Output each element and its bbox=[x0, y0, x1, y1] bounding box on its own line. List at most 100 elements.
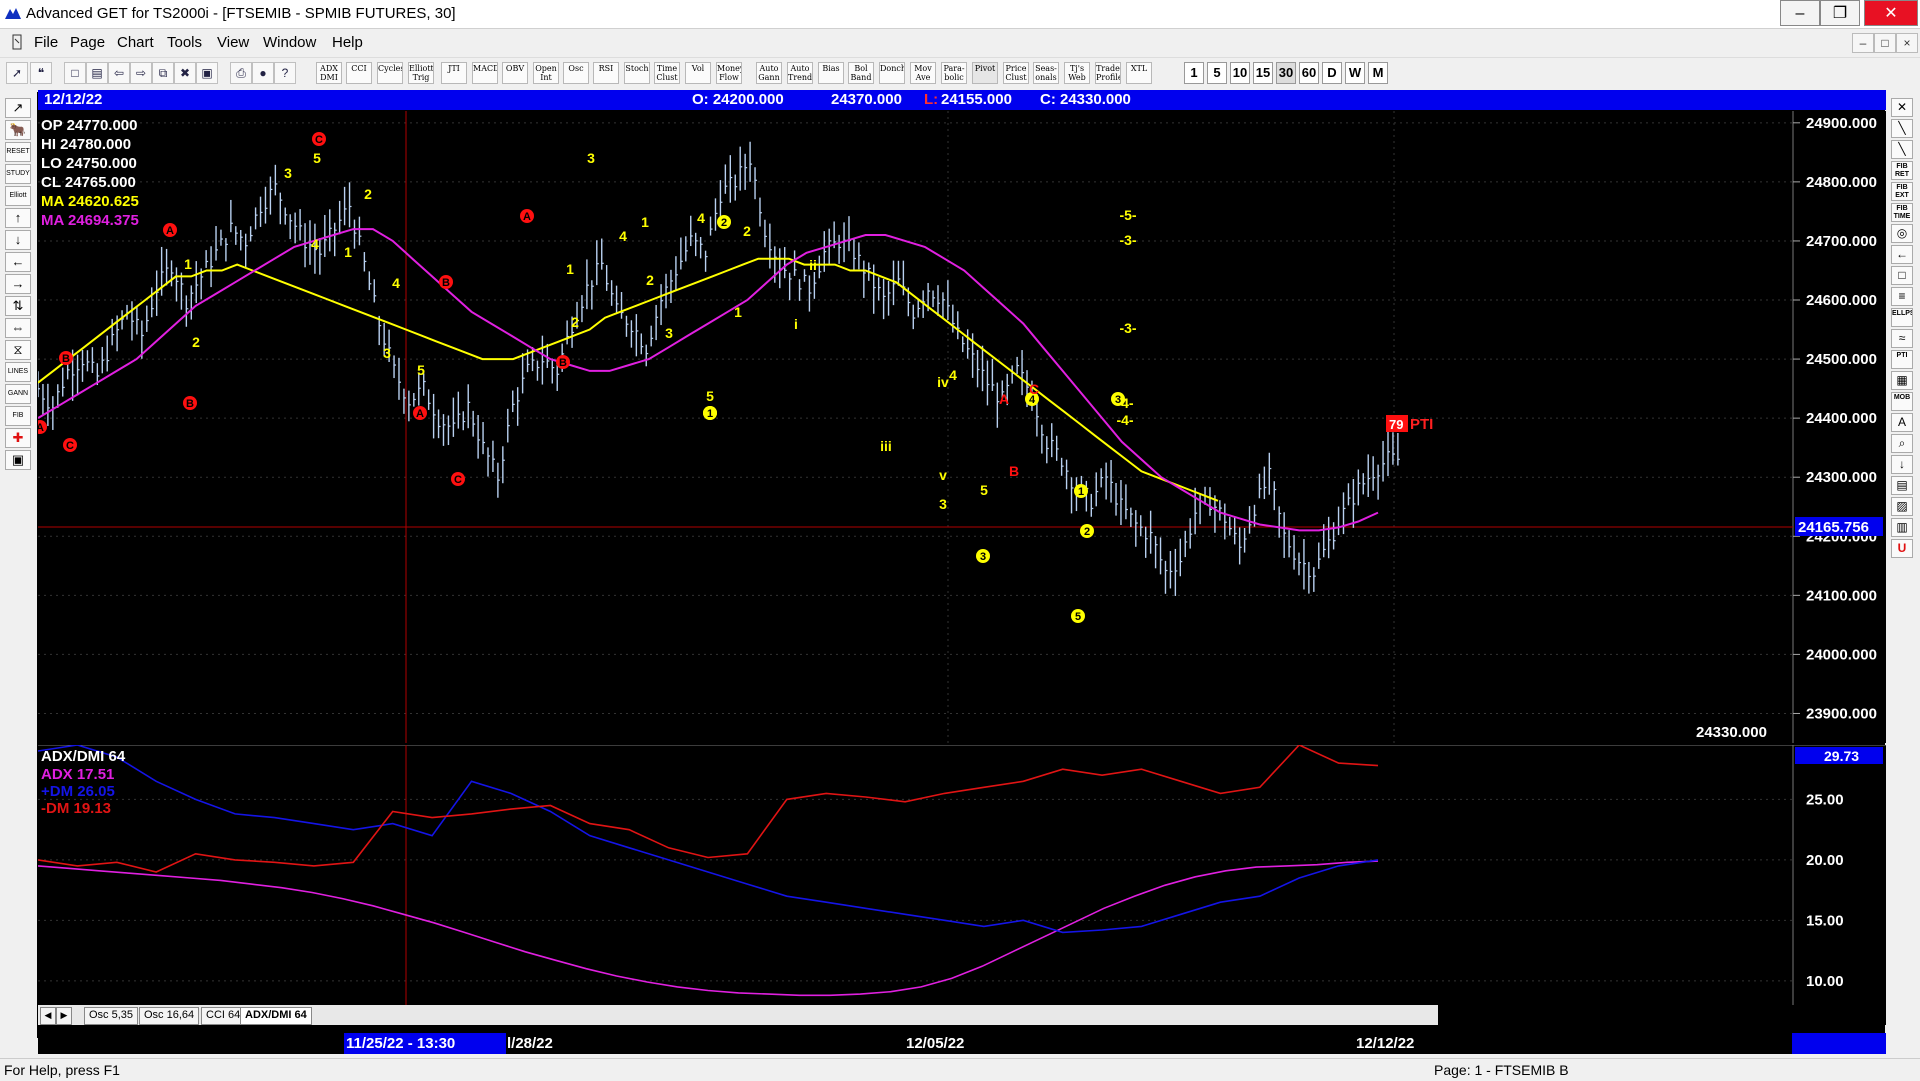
study-button-rsi[interactable]: RSI bbox=[593, 62, 619, 84]
timeframe-button-w[interactable]: W bbox=[1345, 62, 1365, 84]
study-button-bias[interactable]: Bias bbox=[818, 62, 844, 84]
study-button-cci[interactable]: CCI bbox=[346, 62, 372, 84]
menu-view[interactable]: View bbox=[217, 34, 249, 51]
left-tool-icon-5[interactable]: ↑ bbox=[5, 208, 31, 228]
study-button-money-flow[interactable]: Money Flow bbox=[716, 62, 742, 84]
right-tool-icon-13[interactable]: ▦ bbox=[1891, 371, 1913, 390]
tab-next-button[interactable]: ▶ bbox=[56, 1007, 72, 1025]
right-tool-fib-ext[interactable]: FIB EXT bbox=[1891, 182, 1913, 201]
right-tool-icon-16[interactable]: ⌕ bbox=[1891, 434, 1913, 453]
left-tool-gann[interactable]: GANN bbox=[5, 384, 31, 404]
study-button-macd[interactable]: MACD bbox=[472, 62, 498, 84]
left-tool-icon-15[interactable]: ✚ bbox=[5, 428, 31, 448]
study-button-seas-onals[interactable]: Seas-onals bbox=[1033, 62, 1059, 84]
delete-chart-icon[interactable]: ✖ bbox=[174, 62, 196, 84]
left-tool-icon-1[interactable]: 🐂 bbox=[5, 120, 31, 140]
study-button-donch[interactable]: Donch bbox=[879, 62, 905, 84]
left-tool-icon-6[interactable]: ↓ bbox=[5, 230, 31, 250]
study-button-obv[interactable]: OBV bbox=[502, 62, 528, 84]
right-tool-icon-19[interactable]: ▨ bbox=[1891, 497, 1913, 516]
study-button-open-int[interactable]: Open Int bbox=[533, 62, 559, 84]
study-button-mov-ave[interactable]: Mov Ave bbox=[910, 62, 936, 84]
left-tool-icon-7[interactable]: ← bbox=[5, 252, 31, 272]
timeframe-button-5[interactable]: 5 bbox=[1207, 62, 1227, 84]
hint-icon[interactable]: ● bbox=[252, 62, 274, 84]
timeframe-button-15[interactable]: 15 bbox=[1253, 62, 1273, 84]
study-button-auto-trend[interactable]: Auto Trend bbox=[787, 62, 813, 84]
menu-tools[interactable]: Tools bbox=[167, 34, 202, 51]
right-tool-icon-0[interactable]: ✕ bbox=[1891, 98, 1913, 117]
copy-chart-icon[interactable]: ⧉ bbox=[152, 62, 174, 84]
timeframe-button-1[interactable]: 1 bbox=[1184, 62, 1204, 84]
right-tool-icon-1[interactable]: ╲ bbox=[1891, 119, 1913, 138]
left-tool-study[interactable]: STUDY bbox=[5, 164, 31, 184]
left-tool-fib[interactable]: FIB bbox=[5, 406, 31, 426]
left-tool-icon-8[interactable]: → bbox=[5, 274, 31, 294]
right-tool-icon-20[interactable]: ▥ bbox=[1891, 518, 1913, 537]
study-button-para-bolic[interactable]: Para-bolic bbox=[941, 62, 967, 84]
help-icon[interactable]: ? bbox=[274, 62, 296, 84]
tab-prev-button[interactable]: ◀ bbox=[40, 1007, 56, 1025]
right-tool-icon-2[interactable]: ╲ bbox=[1891, 140, 1913, 159]
minimize-button[interactable]: – bbox=[1780, 0, 1820, 26]
timeframe-button-60[interactable]: 60 bbox=[1299, 62, 1319, 84]
right-tool-icon-8[interactable]: □ bbox=[1891, 266, 1913, 285]
study-button-jti[interactable]: JTI bbox=[441, 62, 467, 84]
study-button-osc[interactable]: Osc bbox=[563, 62, 589, 84]
study-button-cycles[interactable]: Cycles bbox=[377, 62, 403, 84]
prev-chart-icon[interactable]: ⇦ bbox=[108, 62, 130, 84]
right-tool-icon-21[interactable]: U bbox=[1891, 539, 1913, 558]
close-button[interactable]: ✕ bbox=[1864, 0, 1918, 26]
left-tool-elliott[interactable]: Elliott bbox=[5, 186, 31, 206]
right-tool-icon-7[interactable]: ← bbox=[1891, 245, 1913, 264]
study-button-time-clust[interactable]: Time Clust bbox=[654, 62, 680, 84]
right-tool-pti[interactable]: PTI bbox=[1891, 350, 1913, 369]
right-tool-icon-9[interactable]: ≡ bbox=[1891, 287, 1913, 306]
window-icon[interactable]: ▣ bbox=[196, 62, 218, 84]
study-button-bol-band[interactable]: Bol Band bbox=[848, 62, 874, 84]
mdi-minimize-button[interactable]: – bbox=[1852, 33, 1874, 53]
left-tool-icon-16[interactable]: ▣ bbox=[5, 450, 31, 470]
print-icon[interactable]: ⎙ bbox=[230, 62, 252, 84]
timeframe-button-m[interactable]: M bbox=[1368, 62, 1388, 84]
study-button-pivot[interactable]: Pivot bbox=[972, 62, 998, 84]
study-button-trade-profile[interactable]: Trade Profile bbox=[1095, 62, 1121, 84]
left-tool-lines[interactable]: LINES bbox=[5, 362, 31, 382]
study-button-tj-s-web[interactable]: Tj's Web bbox=[1064, 62, 1090, 84]
right-tool-mob[interactable]: MOB bbox=[1891, 392, 1913, 411]
study-button-vol[interactable]: Vol bbox=[685, 62, 711, 84]
right-tool-icon-15[interactable]: A bbox=[1891, 413, 1913, 432]
right-tool-fib-ret[interactable]: FIB RET bbox=[1891, 161, 1913, 180]
open-page-icon[interactable]: ▤ bbox=[86, 62, 108, 84]
timeframe-button-10[interactable]: 10 bbox=[1230, 62, 1250, 84]
tab-osc-16-64[interactable]: Osc 16,64 bbox=[139, 1007, 200, 1025]
right-tool-icon-6[interactable]: ◎ bbox=[1891, 224, 1913, 243]
tab-cci-64[interactable]: CCI 64 bbox=[201, 1007, 246, 1025]
timeframe-button-30[interactable]: 30 bbox=[1276, 62, 1296, 84]
left-tool-icon-10[interactable]: ⇔ bbox=[5, 318, 31, 338]
adx-dmi-panel[interactable]: 25.00 20.00 15.00 10.00 ADX/DMI 64 ADX 17.5… bbox=[38, 745, 1886, 1005]
mdi-close-button[interactable]: × bbox=[1896, 33, 1918, 53]
study-button-adx-dmi[interactable]: ADX DMI bbox=[316, 62, 342, 84]
right-tool-fib-time[interactable]: FIB TIME bbox=[1891, 203, 1913, 222]
study-button-elliott-trig[interactable]: Elliott Trig bbox=[408, 62, 434, 84]
study-button-stoch[interactable]: Stoch bbox=[624, 62, 650, 84]
right-tool-icon-17[interactable]: ↓ bbox=[1891, 455, 1913, 474]
price-chart[interactable]: 24900.000 24800.000 24700.000 24600.000 2450… bbox=[38, 111, 1886, 743]
tab-osc-5-35[interactable]: Osc 5,35 bbox=[84, 1007, 139, 1025]
right-tool-icon-18[interactable]: ▤ bbox=[1891, 476, 1913, 495]
study-button-xtl[interactable]: XTL bbox=[1126, 62, 1152, 84]
tab-adx-dmi-64[interactable]: ADX/DMI 64 bbox=[240, 1007, 312, 1025]
left-tool-icon-11[interactable]: ⧖ bbox=[5, 340, 31, 360]
next-chart-icon[interactable]: ⇨ bbox=[130, 62, 152, 84]
study-button-price-clust[interactable]: Price Clust bbox=[1003, 62, 1029, 84]
study-button-auto-gann[interactable]: Auto Gann bbox=[756, 62, 782, 84]
menu-help[interactable]: Help bbox=[332, 34, 363, 51]
right-tool-ellps[interactable]: ELLPS bbox=[1891, 308, 1913, 327]
menu-file[interactable]: File bbox=[34, 34, 58, 51]
menu-chart[interactable]: Chart bbox=[117, 34, 154, 51]
menu-page[interactable]: Page bbox=[70, 34, 105, 51]
left-tool-icon-0[interactable]: ↗ bbox=[5, 98, 31, 118]
new-page-icon[interactable]: □ bbox=[64, 62, 86, 84]
menu-window[interactable]: Window bbox=[263, 34, 316, 51]
